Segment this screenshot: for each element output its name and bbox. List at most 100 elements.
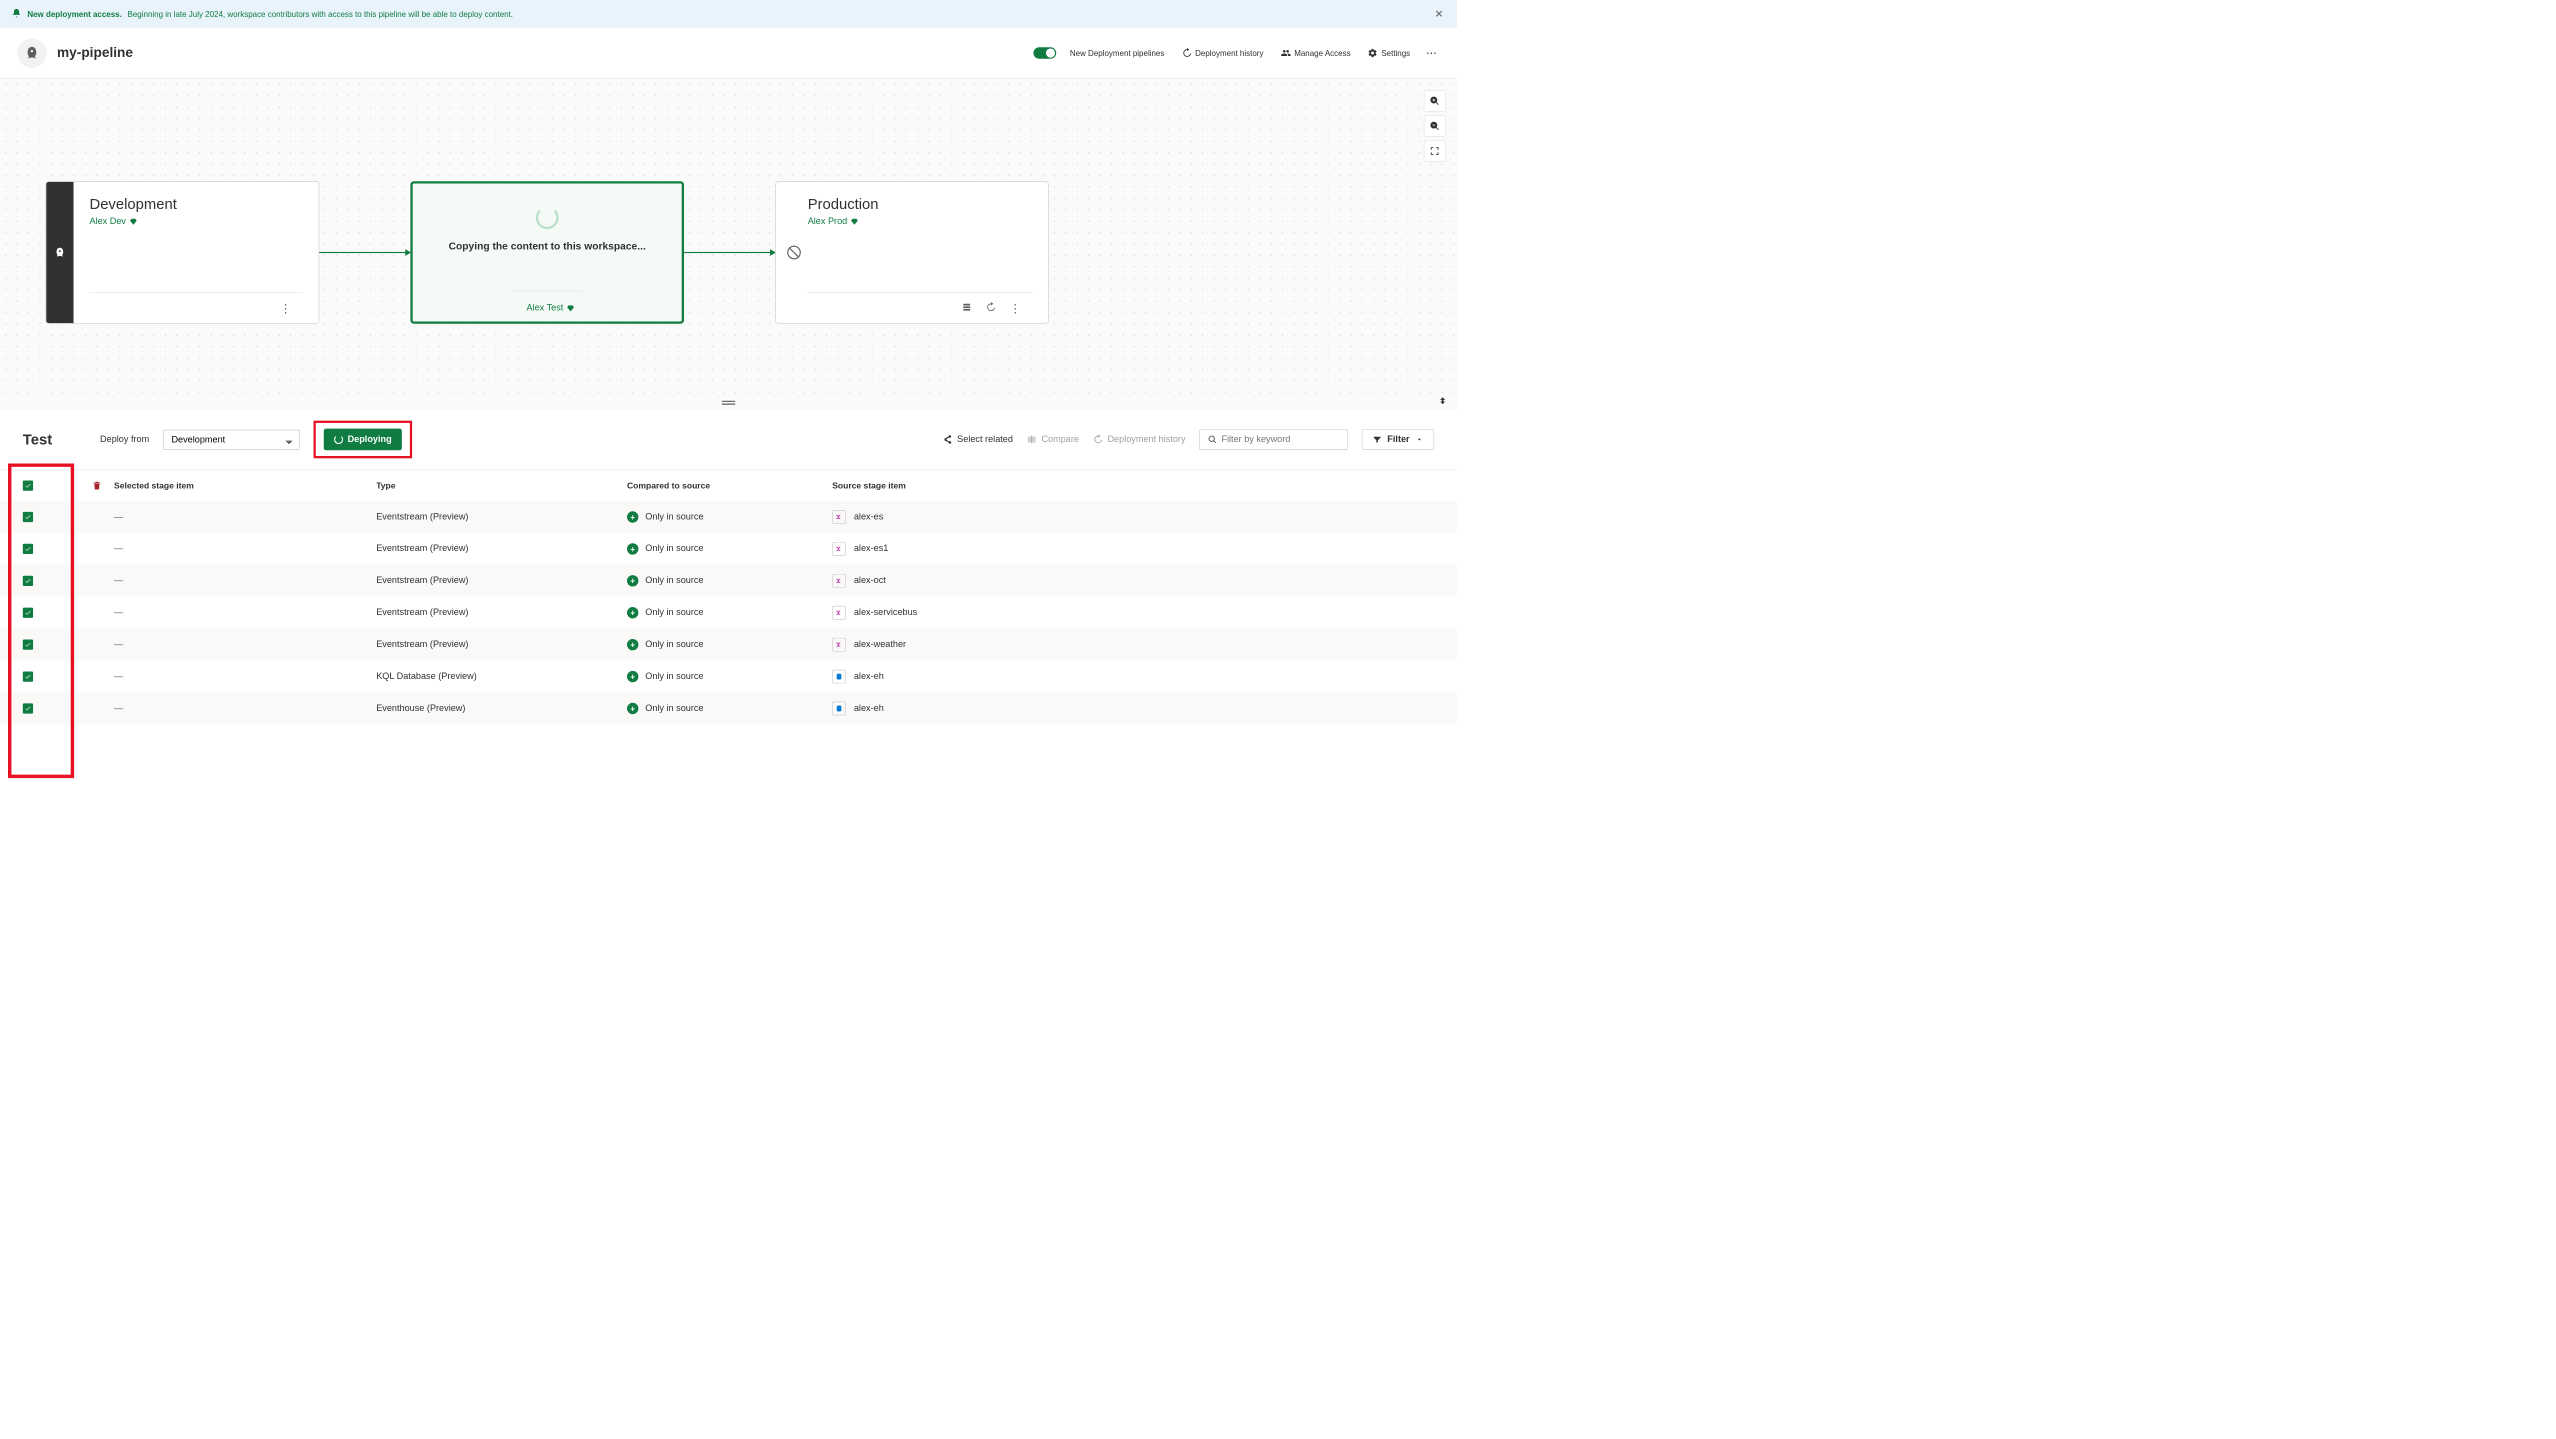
nav-new-pipelines[interactable]: New Deployment pipelines <box>1066 48 1167 57</box>
pipeline-canvas: Development Alex Dev ⋮ Copying the conte… <box>0 79 1457 398</box>
delete-column-icon[interactable] <box>80 481 114 491</box>
col-type: Type <box>376 481 627 491</box>
stage-production[interactable]: Production Alex Prod ⋮ <box>775 181 1049 324</box>
stage-test[interactable]: Copying the content to this workspace...… <box>410 181 684 324</box>
nav-manage-access[interactable]: Manage Access <box>1277 48 1354 58</box>
stage-workspace[interactable]: Alex Dev <box>89 217 302 227</box>
stage-name: Production <box>808 196 1033 214</box>
table-header-row: Selected stage item Type Compared to sou… <box>0 470 1457 501</box>
type-cell: KQL Database (Preview) <box>376 671 627 681</box>
expand-panel-icon[interactable] <box>1438 396 1448 408</box>
plus-icon: + <box>627 671 638 682</box>
selected-item-cell: — <box>114 640 376 650</box>
item-type-icon <box>832 638 846 652</box>
filter-searchbox[interactable] <box>1199 429 1348 450</box>
item-type-icon <box>832 542 846 556</box>
filter-input[interactable] <box>1221 434 1339 444</box>
spinner-icon <box>334 435 343 444</box>
type-cell: Eventstream (Preview) <box>376 576 627 586</box>
zoom-fit-button[interactable] <box>1424 140 1446 162</box>
banner-close-icon[interactable]: ✕ <box>1435 8 1444 20</box>
compare-cell: +Only in source <box>627 575 832 586</box>
selected-item-cell: — <box>114 544 376 554</box>
deploy-from-select[interactable]: Development <box>163 429 300 449</box>
detail-toolbar: Test Deploy from Development Deploying S… <box>0 409 1457 470</box>
source-item-cell: alex-weather <box>832 638 1434 652</box>
new-pipelines-toggle[interactable] <box>1033 47 1056 58</box>
item-type-icon <box>832 574 846 588</box>
banner-title: New deployment access. <box>27 9 121 18</box>
stage-more-icon[interactable]: ⋮ <box>276 298 295 319</box>
filter-button[interactable]: Filter <box>1362 429 1434 450</box>
compare-cell: +Only in source <box>627 703 832 714</box>
zoom-in-button[interactable] <box>1424 90 1446 112</box>
page-header: my-pipeline New Deployment pipelines Dep… <box>0 28 1457 79</box>
copying-message: Copying the content to this workspace... <box>449 241 646 253</box>
row-checkbox[interactable] <box>23 608 33 618</box>
stage-workspace[interactable]: Alex Test <box>527 303 575 313</box>
stage-development[interactable]: Development Alex Dev ⋮ <box>46 181 320 324</box>
plus-icon: + <box>627 511 638 522</box>
plus-icon: + <box>627 543 638 554</box>
table-row[interactable]: — KQL Database (Preview) +Only in source… <box>0 661 1457 693</box>
source-item-cell: alex-eh <box>832 702 1434 716</box>
source-item-cell: alex-oct <box>832 574 1434 588</box>
detail-stage-title: Test <box>23 431 52 449</box>
select-all-checkbox[interactable] <box>23 481 33 491</box>
stage-handle-icon <box>46 182 73 323</box>
select-related-button[interactable]: Select related <box>942 434 1013 444</box>
table-row[interactable]: — Eventstream (Preview) +Only in source … <box>0 533 1457 565</box>
source-item-cell: alex-es <box>832 510 1434 524</box>
zoom-out-button[interactable] <box>1424 115 1446 137</box>
panel-splitter[interactable] <box>0 398 1457 409</box>
row-checkbox[interactable] <box>23 671 33 681</box>
deploy-button[interactable]: Deploying <box>324 429 402 451</box>
type-cell: Eventstream (Preview) <box>376 512 627 522</box>
loading-spinner-icon <box>536 206 559 229</box>
pipeline-icon <box>17 38 47 68</box>
col-selected: Selected stage item <box>114 481 376 491</box>
compare-cell: +Only in source <box>627 543 832 554</box>
item-type-icon <box>832 670 846 684</box>
row-checkbox[interactable] <box>23 640 33 650</box>
item-type-icon <box>832 702 846 716</box>
zoom-controls <box>1424 90 1446 162</box>
compare-cell: +Only in source <box>627 607 832 618</box>
compare-cell: +Only in source <box>627 671 832 682</box>
stage-more-icon[interactable]: ⋮ <box>1006 298 1025 319</box>
nav-deployment-history[interactable]: Deployment history <box>1178 48 1267 58</box>
items-table: Selected stage item Type Compared to sou… <box>0 470 1457 724</box>
table-row[interactable]: — Eventstream (Preview) +Only in source … <box>0 629 1457 661</box>
row-checkbox[interactable] <box>23 512 33 522</box>
table-row[interactable]: — Eventhouse (Preview) +Only in source a… <box>0 693 1457 725</box>
type-cell: Eventstream (Preview) <box>376 640 627 650</box>
selected-item-cell: — <box>114 512 376 522</box>
selected-item-cell: — <box>114 608 376 618</box>
table-row[interactable]: — Eventstream (Preview) +Only in source … <box>0 565 1457 597</box>
item-type-icon <box>832 606 846 620</box>
stage-history-icon[interactable] <box>982 299 999 318</box>
chevron-down-icon <box>1415 435 1423 443</box>
plus-icon: + <box>627 703 638 714</box>
stage-rules-icon[interactable] <box>958 299 975 318</box>
table-row[interactable]: — Eventstream (Preview) +Only in source … <box>0 501 1457 533</box>
row-checkbox[interactable] <box>23 576 33 586</box>
row-checkbox[interactable] <box>23 703 33 713</box>
compare-cell: +Only in source <box>627 639 832 650</box>
source-item-cell: alex-servicebus <box>832 606 1434 620</box>
row-checkbox[interactable] <box>23 544 33 554</box>
filter-icon <box>1372 435 1381 444</box>
table-row[interactable]: — Eventstream (Preview) +Only in source … <box>0 597 1457 629</box>
deploy-from-label: Deploy from <box>100 434 149 444</box>
bell-icon <box>11 8 21 20</box>
announcement-banner: New deployment access. Beginning in late… <box>0 0 1457 28</box>
compare-button: Compare <box>1027 434 1079 444</box>
col-compared: Compared to source <box>627 481 832 491</box>
header-more-icon[interactable]: ⋯ <box>1424 47 1440 59</box>
stage-connector <box>319 252 410 253</box>
item-type-icon <box>832 510 846 524</box>
nav-settings[interactable]: Settings <box>1364 48 1413 58</box>
stage-connector <box>684 252 775 253</box>
stage-workspace[interactable]: Alex Prod <box>808 217 1033 227</box>
plus-icon: + <box>627 575 638 586</box>
